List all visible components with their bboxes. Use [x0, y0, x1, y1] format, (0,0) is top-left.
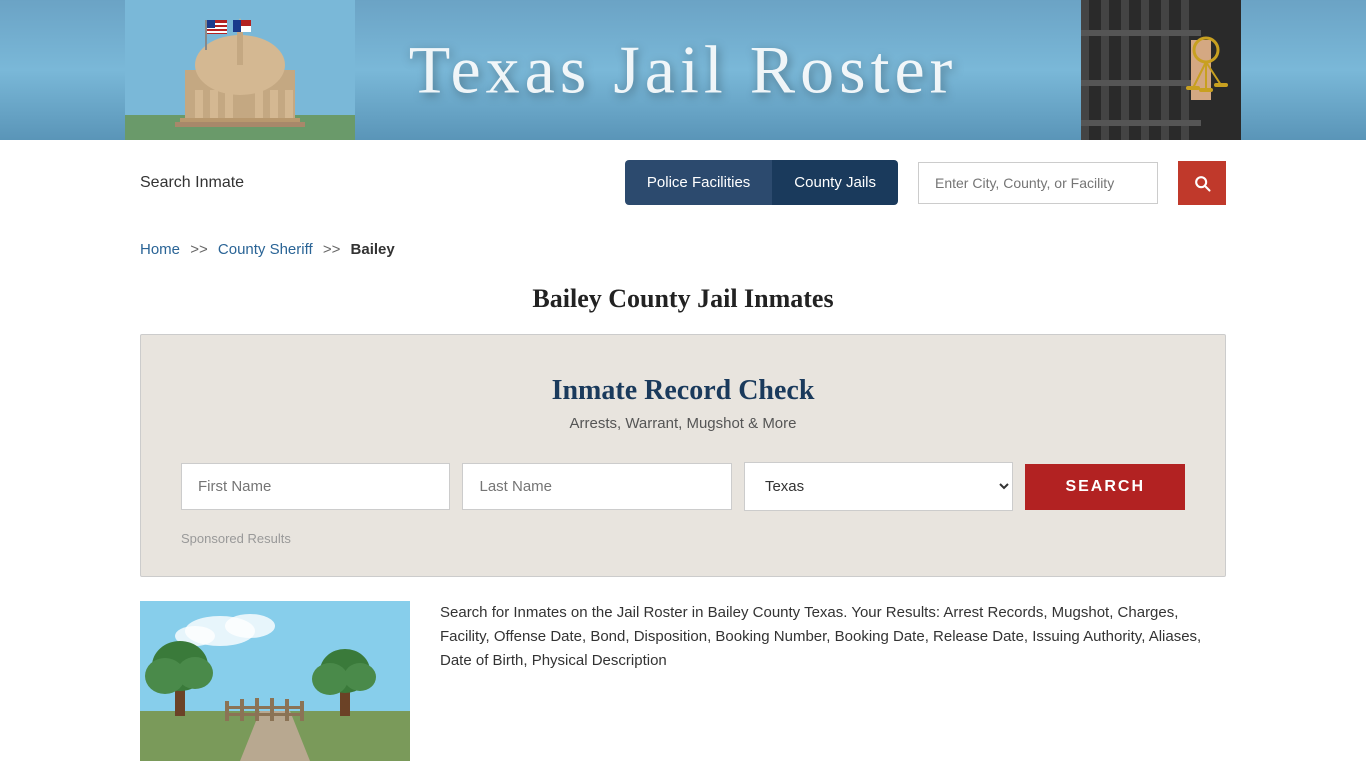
last-name-input[interactable]	[462, 463, 731, 510]
facility-search-button[interactable]	[1178, 161, 1226, 205]
first-name-input[interactable]	[181, 463, 450, 510]
navbar: Search Inmate Police Facilities County J…	[0, 140, 1366, 225]
sponsored-results-label: Sponsored Results	[181, 531, 1185, 546]
record-check-subtitle: Arrests, Warrant, Mugshot & More	[181, 415, 1185, 432]
bottom-description-text: Search for Inmates on the Jail Roster in…	[440, 601, 1226, 761]
search-icon	[1192, 173, 1212, 193]
nav-buttons: Police Facilities County Jails	[625, 160, 898, 205]
page-title: Bailey County Jail Inmates	[0, 274, 1366, 334]
record-check-form: AlabamaAlaskaArizonaArkansasCaliforniaCo…	[181, 462, 1185, 511]
breadcrumb-sep1: >>	[190, 241, 208, 258]
search-inmate-label: Search Inmate	[140, 174, 605, 192]
record-check-box: Inmate Record Check Arrests, Warrant, Mu…	[140, 334, 1226, 577]
record-check-title: Inmate Record Check	[181, 375, 1185, 407]
breadcrumb-current: Bailey	[351, 241, 395, 258]
breadcrumb-county-sheriff[interactable]: County Sheriff	[218, 241, 313, 258]
breadcrumb-sep2: >>	[323, 241, 341, 258]
header-banner: Texas Jail Roster	[0, 0, 1366, 140]
banner-title: Texas Jail Roster	[409, 31, 958, 110]
county-jails-button[interactable]: County Jails	[772, 160, 898, 205]
breadcrumb-home[interactable]: Home	[140, 241, 180, 258]
facility-search-input[interactable]	[918, 162, 1158, 204]
breadcrumb: Home >> County Sheriff >> Bailey	[0, 225, 1366, 274]
record-search-button[interactable]: SEARCH	[1025, 464, 1185, 510]
jail-keys-image	[1081, 0, 1241, 140]
bottom-section: Search for Inmates on the Jail Roster in…	[140, 601, 1226, 761]
state-select[interactable]: AlabamaAlaskaArizonaArkansasCaliforniaCo…	[744, 462, 1013, 511]
county-landscape-image	[140, 601, 410, 761]
county-image	[140, 601, 410, 761]
police-facilities-button[interactable]: Police Facilities	[625, 160, 772, 205]
capitol-building-image	[125, 0, 355, 140]
